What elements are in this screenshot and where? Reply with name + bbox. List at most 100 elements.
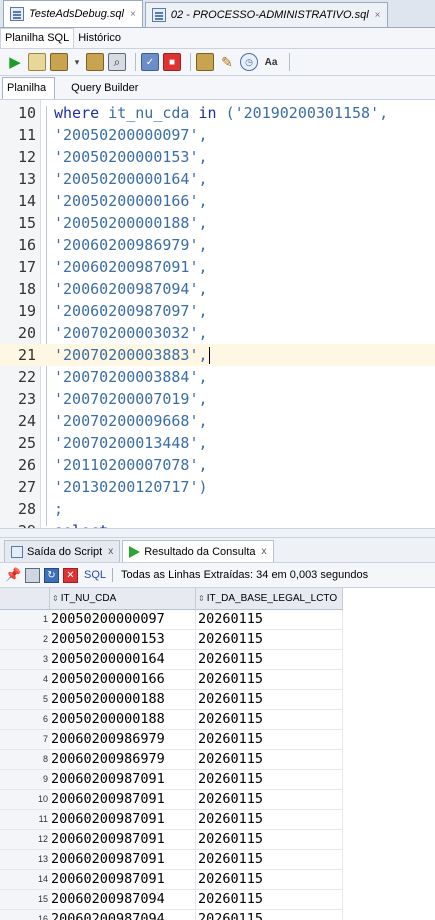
code-line[interactable]: 11 '20050200000097', xyxy=(0,124,435,146)
chevron-down-icon[interactable]: ▾ xyxy=(72,53,82,71)
cell-it-da-base-legal-lcto[interactable]: 20260115 xyxy=(196,630,343,649)
code-line[interactable]: 16 '20060200986979', xyxy=(0,234,435,256)
cell-it-da-base-legal-lcto[interactable]: 20260115 xyxy=(196,690,343,709)
cell-it-da-base-legal-lcto[interactable]: 20260115 xyxy=(196,850,343,869)
commit-icon[interactable] xyxy=(50,53,68,71)
code-line[interactable]: 20 '20070200003032', xyxy=(0,322,435,344)
code-line[interactable]: 22 '20070200003884', xyxy=(0,366,435,388)
cell-it-da-base-legal-lcto[interactable]: 20260115 xyxy=(196,910,343,920)
explain-plan-icon[interactable]: ⌕ xyxy=(108,53,126,71)
cell-it-da-base-legal-lcto[interactable]: 20260115 xyxy=(196,890,343,909)
cell-it-nu-cda[interactable]: 20060200987094 xyxy=(50,910,196,920)
cell-it-nu-cda[interactable]: 20050200000166 xyxy=(50,670,196,689)
rollback-icon[interactable] xyxy=(86,53,104,71)
table-row[interactable]: 12 20060200987091 20260115 xyxy=(0,830,343,850)
cell-it-nu-cda[interactable]: 20050200000164 xyxy=(50,650,196,669)
cell-it-nu-cda[interactable]: 20060200987091 xyxy=(50,790,196,809)
table-row[interactable]: 13 20060200987091 20260115 xyxy=(0,850,343,870)
tab-query-result[interactable]: Resultado da Consulta x xyxy=(122,540,274,562)
run-script-icon[interactable] xyxy=(28,53,46,71)
clear-icon[interactable]: ✎ xyxy=(218,53,236,71)
pin-icon[interactable]: 📌 xyxy=(5,567,21,583)
table-row[interactable]: 5 20050200000188 20260115 xyxy=(0,690,343,710)
code-line[interactable]: 14 '20050200000166', xyxy=(0,190,435,212)
close-icon[interactable]: × xyxy=(130,9,136,20)
tab-planilha-sql[interactable]: Planilha SQL xyxy=(0,28,75,48)
table-row[interactable]: 7 20060200986979 20260115 xyxy=(0,730,343,750)
cell-it-da-base-legal-lcto[interactable]: 20260115 xyxy=(196,750,343,769)
close-icon[interactable]: × xyxy=(375,10,381,21)
code-line[interactable]: 13 '20050200000164', xyxy=(0,168,435,190)
cell-it-nu-cda[interactable]: 20060200987091 xyxy=(50,830,196,849)
cell-it-nu-cda[interactable]: 20060200987091 xyxy=(50,850,196,869)
code-line[interactable]: 18 '20060200987094', xyxy=(0,278,435,300)
refresh-icon[interactable]: ↻ xyxy=(44,567,59,583)
cell-it-nu-cda[interactable]: 20060200986979 xyxy=(50,750,196,769)
sql-link[interactable]: SQL xyxy=(84,569,106,581)
cancel-icon[interactable]: ■ xyxy=(163,53,181,71)
table-row[interactable]: 16 20060200987094 20260115 xyxy=(0,910,343,920)
cell-it-da-base-legal-lcto[interactable]: 20260115 xyxy=(196,790,343,809)
table-row[interactable]: 6 20050200000188 20260115 xyxy=(0,710,343,730)
column-header-it-nu-cda[interactable]: ⇕ IT_NU_CDA xyxy=(50,588,196,609)
format-case-icon[interactable]: Aa xyxy=(262,53,280,71)
pane-splitter[interactable] xyxy=(0,528,435,538)
table-row[interactable]: 10 20060200987091 20260115 xyxy=(0,790,343,810)
tab-historico[interactable]: Histórico xyxy=(74,29,125,48)
cell-it-da-base-legal-lcto[interactable]: 20260115 xyxy=(196,810,343,829)
autotrace-icon[interactable]: ✓ xyxy=(141,53,159,71)
cell-it-da-base-legal-lcto[interactable]: 20260115 xyxy=(196,730,343,749)
history-icon[interactable]: ◷ xyxy=(240,53,258,71)
table-row[interactable]: 8 20060200986979 20260115 xyxy=(0,750,343,770)
sql-tuning-icon[interactable] xyxy=(196,53,214,71)
cell-it-nu-cda[interactable]: 20050200000153 xyxy=(50,630,196,649)
cell-it-nu-cda[interactable]: 20060200987094 xyxy=(50,890,196,909)
code-line[interactable]: 19 '20060200987097', xyxy=(0,300,435,322)
cell-it-nu-cda[interactable]: 20060200987091 xyxy=(50,870,196,889)
code-line[interactable]: 10 where it_nu_cda in ('20190200301158', xyxy=(0,102,435,124)
table-row[interactable]: 14 20060200987091 20260115 xyxy=(0,870,343,890)
cell-it-da-base-legal-lcto[interactable]: 20260115 xyxy=(196,670,343,689)
table-row[interactable]: 15 20060200987094 20260115 xyxy=(0,890,343,910)
code-line[interactable]: 28; xyxy=(0,498,435,520)
close-icon[interactable]: x xyxy=(108,546,113,557)
cell-it-da-base-legal-lcto[interactable]: 20260115 xyxy=(196,650,343,669)
run-statement-icon[interactable]: ▶ xyxy=(6,53,24,71)
tab-script-output[interactable]: Saída do Script x xyxy=(4,540,121,562)
column-header-it-da-base-legal-lcto[interactable]: ⇕ IT_DA_BASE_LEGAL_LCTO xyxy=(196,588,343,609)
cell-it-da-base-legal-lcto[interactable]: 20260115 xyxy=(196,870,343,889)
code-line[interactable]: 27 '20130200120717') xyxy=(0,476,435,498)
table-row[interactable]: 11 20060200987091 20260115 xyxy=(0,810,343,830)
cell-it-nu-cda[interactable]: 20050200000188 xyxy=(50,690,196,709)
code-line[interactable]: 26 '20110200007078', xyxy=(0,454,435,476)
file-tab-testeadsdebug[interactable]: TesteAdsDebug.sql × xyxy=(3,0,143,27)
tab-query-builder[interactable]: Query Builder xyxy=(67,78,146,99)
stop-icon[interactable]: ✕ xyxy=(63,567,78,583)
code-line[interactable]: 24 '20070200009668', xyxy=(0,410,435,432)
code-line[interactable]: 25 '20070200013448', xyxy=(0,432,435,454)
file-tab-processo-administrativo[interactable]: 02 - PROCESSO-ADMINISTRATIVO.sql × xyxy=(144,2,388,27)
results-grid[interactable]: ⇕ IT_NU_CDA ⇕ IT_DA_BASE_LEGAL_LCTO 1 200… xyxy=(0,588,435,920)
cell-it-nu-cda[interactable]: 20050200000097 xyxy=(50,610,196,629)
print-icon[interactable] xyxy=(25,567,40,583)
code-line[interactable]: 21 '20070200003883', xyxy=(0,344,435,366)
cell-it-da-base-legal-lcto[interactable]: 20260115 xyxy=(196,710,343,729)
code-line[interactable]: 15 '20050200000188', xyxy=(0,212,435,234)
cell-it-nu-cda[interactable]: 20060200987091 xyxy=(50,810,196,829)
code-line[interactable]: 23 '20070200007019', xyxy=(0,388,435,410)
cell-it-nu-cda[interactable]: 20060200986979 xyxy=(50,730,196,749)
cell-it-da-base-legal-lcto[interactable]: 20260115 xyxy=(196,610,343,629)
table-row[interactable]: 9 20060200987091 20260115 xyxy=(0,770,343,790)
cell-it-nu-cda[interactable]: 20060200987091 xyxy=(50,770,196,789)
close-icon[interactable]: x xyxy=(262,546,267,557)
cell-it-da-base-legal-lcto[interactable]: 20260115 xyxy=(196,830,343,849)
sort-icon[interactable]: ⇕ xyxy=(198,594,205,603)
code-line[interactable]: 17 '20060200987091', xyxy=(0,256,435,278)
cell-it-nu-cda[interactable]: 20050200000188 xyxy=(50,710,196,729)
code-line[interactable]: 12 '20050200000153', xyxy=(0,146,435,168)
table-row[interactable]: 3 20050200000164 20260115 xyxy=(0,650,343,670)
table-row[interactable]: 2 20050200000153 20260115 xyxy=(0,630,343,650)
tab-planilha[interactable]: Planilha xyxy=(2,77,56,99)
code-line[interactable]: 29select xyxy=(0,520,435,528)
cell-it-da-base-legal-lcto[interactable]: 20260115 xyxy=(196,770,343,789)
